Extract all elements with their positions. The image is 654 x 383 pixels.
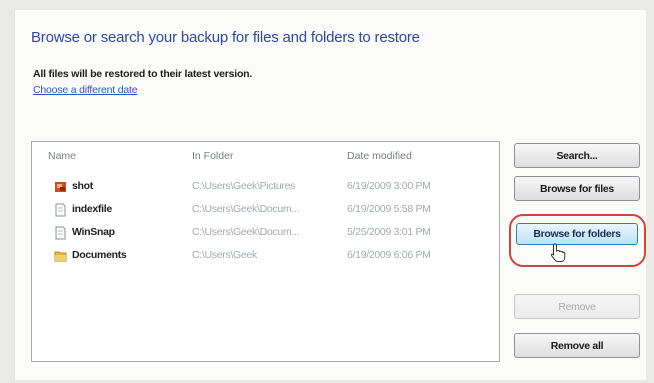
- column-header-date-modified[interactable]: Date modified: [347, 150, 412, 162]
- list-item[interactable]: shot C:\Users\Geek\Pictures 6/19/2009 3:…: [32, 177, 499, 199]
- file-folder: C:\Users\Geek\Docum...: [192, 203, 300, 215]
- list-item[interactable]: indexfile C:\Users\Geek\Docum... 6/19/20…: [32, 200, 499, 222]
- folder-icon: [54, 251, 67, 262]
- file-name: Documents: [72, 249, 127, 261]
- choose-different-date-link[interactable]: Choose a different date: [33, 84, 138, 96]
- restore-notice: All files will be restored to their late…: [33, 68, 253, 80]
- file-date: 6/19/2009 5:58 PM: [347, 203, 431, 215]
- file-date: 6/19/2009 6:06 PM: [347, 249, 431, 261]
- column-header-in-folder[interactable]: In Folder: [192, 150, 233, 162]
- file-name: WinSnap: [72, 226, 115, 238]
- hand-cursor-icon: [550, 243, 566, 262]
- browse-for-folders-button[interactable]: Browse for folders: [516, 223, 638, 245]
- backup-file-list[interactable]: Name In Folder Date modified shot C:\Use…: [31, 141, 500, 362]
- list-item[interactable]: WinSnap C:\Users\Geek\Docum... 5/25/2009…: [32, 223, 499, 245]
- file-name: shot: [72, 180, 93, 192]
- file-folder: C:\Users\Geek: [192, 249, 257, 261]
- file-date: 6/19/2009 3:00 PM: [347, 180, 431, 192]
- browse-for-files-button[interactable]: Browse for files: [514, 176, 640, 201]
- file-folder: C:\Users\Geek\Docum...: [192, 226, 300, 238]
- remove-button[interactable]: Remove: [514, 294, 640, 319]
- image-file-icon: [55, 182, 66, 192]
- file-folder: C:\Users\Geek\Pictures: [192, 180, 296, 192]
- search-button[interactable]: Search...: [514, 143, 640, 168]
- dialog-title: Browse or search your backup for files a…: [31, 29, 420, 46]
- list-item[interactable]: Documents C:\Users\Geek 6/19/2009 6:06 P…: [32, 246, 499, 268]
- file-date: 5/25/2009 3:01 PM: [347, 226, 431, 238]
- file-name: indexfile: [72, 203, 112, 215]
- column-header-name[interactable]: Name: [48, 150, 76, 162]
- document-file-icon: [55, 203, 66, 217]
- remove-all-button[interactable]: Remove all: [514, 333, 640, 358]
- document-file-icon: [55, 226, 66, 240]
